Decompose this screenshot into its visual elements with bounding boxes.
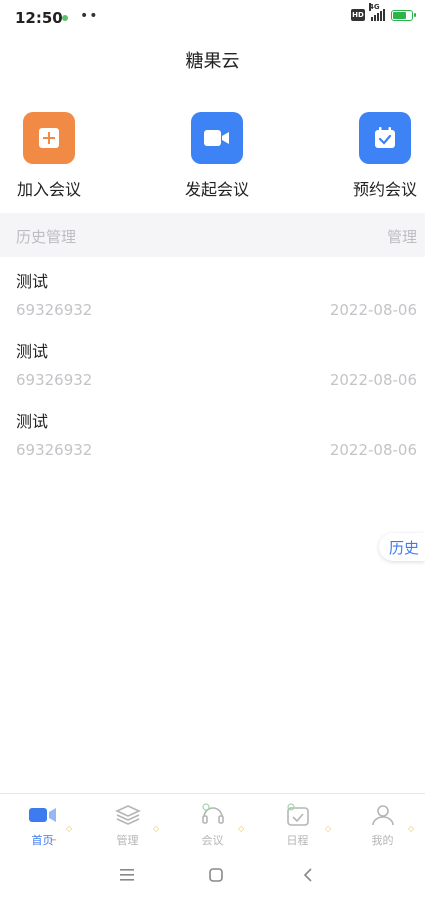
video-camera-icon [28,802,57,828]
history-manage-button[interactable]: 管理 [387,226,417,247]
tab-manage[interactable]: 管理 [85,794,170,850]
layers-icon [114,802,141,828]
confetti-icon: ◇ [153,824,160,833]
confetti-icon: ◇ [408,824,415,833]
start-meeting-label: 发起会议 [184,180,249,199]
status-icons: HD 4G [351,3,416,21]
start-meeting-button[interactable]: 发起会议 [172,112,262,200]
app-header: 糖果云 [0,36,425,84]
hd-icon: HD [351,9,365,21]
battery-icon [391,9,416,21]
join-meeting-button[interactable]: 加入会议 [4,112,94,200]
meeting-date: 2022-08-06 [329,441,417,459]
history-section-header: 历史管理 管理 [0,213,425,257]
bottom-tab-bar: 首页 管理 会议 日程 我的 ◇ ⌐ ◇ ◇ ◇ ◇ [0,793,425,850]
tab-label: 会议 [201,834,224,847]
confetti-icon: ◇ [325,824,332,833]
meeting-id: 69326932 [16,301,93,319]
menu-icon[interactable] [115,863,139,887]
history-float-button[interactable]: 历史 [378,533,425,561]
history-float-label: 历史 [388,538,419,557]
meeting-date: 2022-08-06 [329,371,417,389]
meeting-id: 69326932 [16,371,93,389]
history-title: 历史管理 [16,228,77,246]
plus-square-icon [23,112,75,164]
meeting-date: 2022-08-06 [329,301,417,319]
schedule-meeting-button[interactable]: 预约会议 [340,112,425,200]
back-icon[interactable] [296,863,320,887]
tab-meeting[interactable]: 会议 [170,794,255,850]
tab-home[interactable]: 首页 [0,794,85,850]
tab-schedule[interactable]: 日程 [255,794,340,850]
confetti-icon: ◇ [238,824,245,833]
video-camera-icon [191,112,243,164]
status-bar: 12:50 •• HD 4G [0,0,425,36]
meeting-name: 测试 [16,412,49,431]
history-list: 测试 69326932 2022-08-06 测试 69326932 2022-… [0,262,425,472]
calendar-check-icon [359,112,411,164]
notification-dot-icon [62,15,68,21]
tab-profile[interactable]: 我的 [340,794,425,850]
join-meeting-label: 加入会议 [16,180,81,199]
system-nav-bar [0,851,425,897]
tab-label: 管理 [116,834,139,847]
user-icon [370,802,396,828]
status-more-icon: •• [80,8,99,24]
home-icon[interactable] [204,863,228,887]
calendar-icon [285,802,311,828]
signal-icon: 4G [369,3,385,21]
headset-icon [200,802,226,828]
network-type-label: 4G [369,3,380,11]
tab-label: 日程 [286,834,309,847]
tab-label: 我的 [371,834,394,847]
meeting-id: 69326932 [16,441,93,459]
page-title: 糖果云 [185,51,240,72]
meeting-name: 测试 [16,272,49,291]
quick-actions: 加入会议 发起会议 预约会议 [0,100,425,210]
confetti-icon: ⌐ [50,836,57,845]
status-time: 12:50 [15,9,63,27]
meeting-name: 测试 [16,342,49,361]
list-item[interactable]: 测试 69326932 2022-08-06 [0,332,425,402]
list-item[interactable]: 测试 69326932 2022-08-06 [0,262,425,332]
confetti-icon: ◇ [66,824,73,833]
schedule-meeting-label: 预约会议 [352,180,417,199]
list-item[interactable]: 测试 69326932 2022-08-06 [0,402,425,472]
